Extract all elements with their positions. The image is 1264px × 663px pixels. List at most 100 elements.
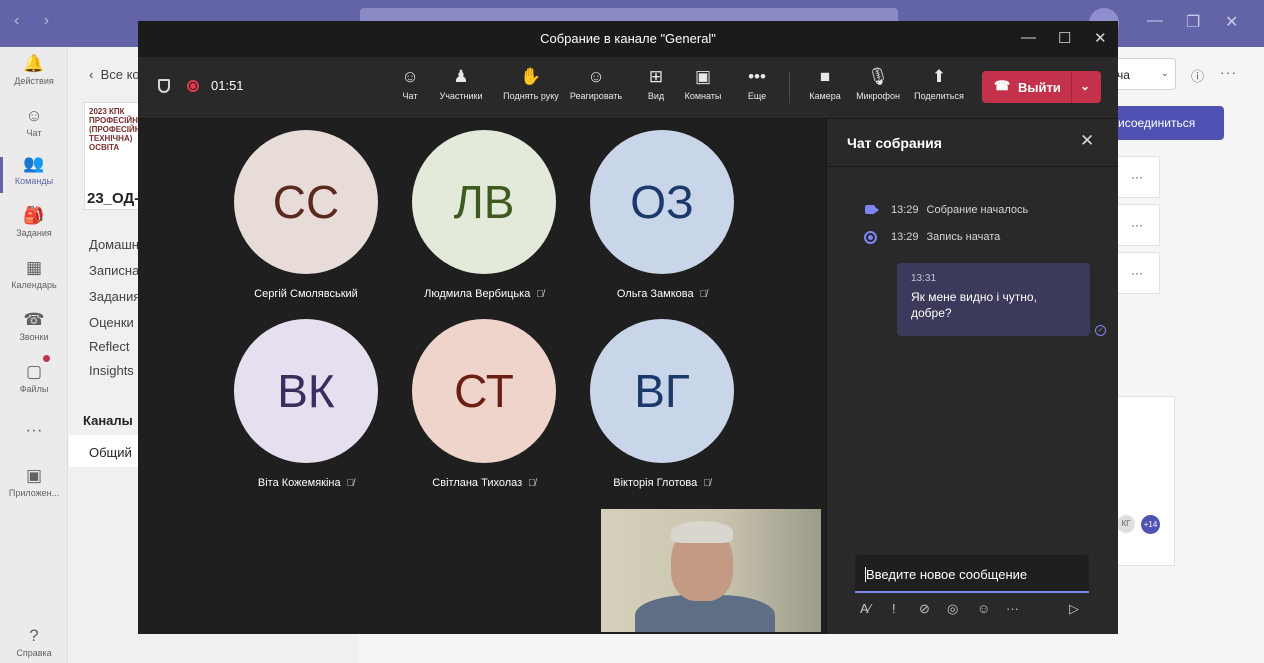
rail-activity[interactable]: 🔔 Действия (0, 54, 68, 87)
react-icon: ☺ (587, 67, 605, 86)
participant-avatar: ОЗ (590, 130, 734, 274)
mic-off-icon: 🎙̸ (536, 289, 544, 300)
mic-button[interactable]: 🎙 Микрофон (850, 67, 906, 101)
more-icon[interactable]: ··· (1006, 601, 1019, 616)
nav-arrows[interactable]: ‹ › (14, 12, 59, 30)
self-video-preview[interactable] (601, 509, 821, 632)
participants-icon: ♟ (453, 67, 469, 86)
rail-help[interactable]: ? Справка (0, 626, 68, 659)
meeting-chat-panel: Чат собрания ✕ 13:29 Собрание началось 13… (826, 119, 1118, 634)
share-icon: ⬆ (931, 67, 947, 86)
raise-hand-icon: ✋ (520, 67, 542, 86)
divider (827, 166, 1118, 167)
share-button[interactable]: ⬆ Поделиться (910, 67, 968, 101)
app-rail: 🔔 Действия ☺ Чат 👥 Команды 🎒 Задания ▦ Календ… (0, 47, 68, 663)
chat-event: 13:29 Собрание началось (891, 204, 1029, 216)
chat-button[interactable]: ☺ Чат (400, 67, 420, 101)
meeting-window: Собрание в канале "General" — ☐ ✕ 01:51 … (138, 21, 1118, 634)
rail-more[interactable]: ··· (0, 421, 68, 442)
leave-button[interactable]: ☎ Выйти ⌄ (982, 71, 1101, 103)
rail-chat[interactable]: ☺ Чат (0, 106, 68, 139)
participant-name: Вікторія Глотова 🎙̸ (613, 477, 711, 489)
rail-calendar[interactable]: ▦ Календарь (0, 259, 68, 291)
participant-avatar: СТ (412, 319, 556, 463)
message-text: Як мене видно і чутно, добре? (911, 290, 1037, 320)
recording-icon (864, 231, 877, 244)
chat-icon: ☺ (25, 106, 43, 125)
team-name: 23_ОД- (87, 190, 140, 207)
mic-off-icon: 🎙̸ (703, 478, 711, 489)
mic-off-icon: 🎙̸ (699, 289, 708, 300)
rooms-icon: ▣ (694, 67, 712, 86)
post-card (1117, 396, 1175, 566)
participant-name: Сергій Смолявський (254, 288, 358, 300)
participant-avatar: СС (234, 130, 378, 274)
team-link-reflect[interactable]: Reflect (89, 339, 129, 354)
channel-select[interactable]: ча ⌄ (1110, 58, 1176, 90)
backpack-icon: 🎒 (23, 206, 45, 225)
important-icon[interactable]: ! (892, 601, 896, 616)
chevron-down-icon: ⌄ (1160, 68, 1169, 79)
close-icon[interactable]: ✕ (1080, 131, 1094, 151)
chat-message[interactable]: 13:31 Як мене видно і чутно, добре? (897, 263, 1090, 336)
video-camera-icon (865, 205, 879, 214)
notification-dot (43, 355, 50, 362)
participant-avatar: ВК (234, 319, 378, 463)
help-icon: ? (29, 626, 39, 645)
teams-icon: 👥 (23, 154, 45, 173)
apps-icon: ▣ (25, 466, 43, 485)
participant-avatar: ВГ (590, 319, 734, 463)
minimize-icon[interactable]: — (1021, 29, 1036, 46)
chat-panel-title: Чат собрания (847, 135, 942, 151)
rail-calls[interactable]: ☎ Звонки (0, 310, 68, 343)
camera-button[interactable]: ■ Камера (805, 67, 845, 101)
chevron-down-icon[interactable]: ⌄ (1080, 79, 1090, 93)
video-person-hair (671, 521, 733, 543)
leave-divider (1071, 71, 1072, 103)
meeting-toolbar: 01:51 ☺ Чат ♟ Участники ✋ Поднять руку ☺ Реа… (138, 57, 1118, 119)
message-time: 13:31 (911, 273, 937, 284)
maximize-icon[interactable]: ☐ (1058, 29, 1071, 47)
rail-assignments[interactable]: 🎒 Задания (0, 206, 68, 239)
rail-teams[interactable]: 👥 Команды (0, 154, 68, 193)
rail-files[interactable]: ▢ Файлы (0, 363, 68, 395)
minimize-icon[interactable]: — (1147, 12, 1163, 30)
rail-apps[interactable]: ▣ Приложен... (0, 466, 68, 499)
view-button[interactable]: ⊞ Вид (641, 67, 671, 101)
more-button[interactable]: ••• Еще (742, 67, 772, 101)
phone-icon: ☎ (23, 310, 45, 329)
rooms-button[interactable]: ▣ Комнаты (681, 67, 725, 101)
team-link-insights[interactable]: Insights (89, 363, 134, 378)
raise-hand-button[interactable]: ✋ Поднять руку (495, 67, 567, 101)
close-icon[interactable]: ✕ (1225, 12, 1238, 32)
react-button[interactable]: ☺ Реагировать (567, 67, 625, 101)
loop-icon[interactable]: ◎ (947, 601, 958, 617)
team-link-home[interactable]: Домашн (89, 237, 139, 252)
team-link-notebook[interactable]: Записна (89, 263, 139, 278)
participant-name: Ольга Замкова 🎙̸ (616, 288, 708, 300)
send-icon[interactable]: ▷ (1069, 601, 1079, 617)
team-link-assignments[interactable]: Задания (89, 289, 140, 304)
read-receipt-icon: ✓ (1095, 325, 1106, 336)
toolbar-divider (789, 71, 790, 103)
restore-icon[interactable]: ❐ (1186, 12, 1200, 32)
participants-button[interactable]: ♟ Участники (427, 67, 495, 101)
shield-icon[interactable] (158, 79, 170, 93)
participant-name: Світлана Тихолаз 🎙̸ (432, 477, 536, 489)
more-participants-badge[interactable]: +14 (1141, 515, 1160, 534)
participant-avatar: ЛВ (412, 130, 556, 274)
message-input[interactable]: Введите новое сообщение (855, 555, 1089, 593)
info-icon[interactable]: ⓘ (1191, 66, 1204, 85)
more-icon: ••• (748, 67, 766, 86)
bell-icon: 🔔 (23, 54, 45, 73)
attach-icon[interactable]: ⊘ (919, 601, 930, 617)
more-options-button[interactable]: ··· (1220, 64, 1237, 80)
back-link[interactable]: ‹ Все ко (89, 67, 140, 82)
join-button[interactable]: исоединиться (1110, 106, 1224, 140)
team-link-grades[interactable]: Оценки (89, 315, 134, 330)
record-icon (187, 80, 199, 92)
camera-icon: ■ (819, 67, 831, 86)
emoji-icon[interactable]: ☺ (977, 601, 990, 616)
close-icon[interactable]: ✕ (1094, 29, 1107, 47)
format-icon[interactable]: A⁄ (860, 601, 871, 616)
